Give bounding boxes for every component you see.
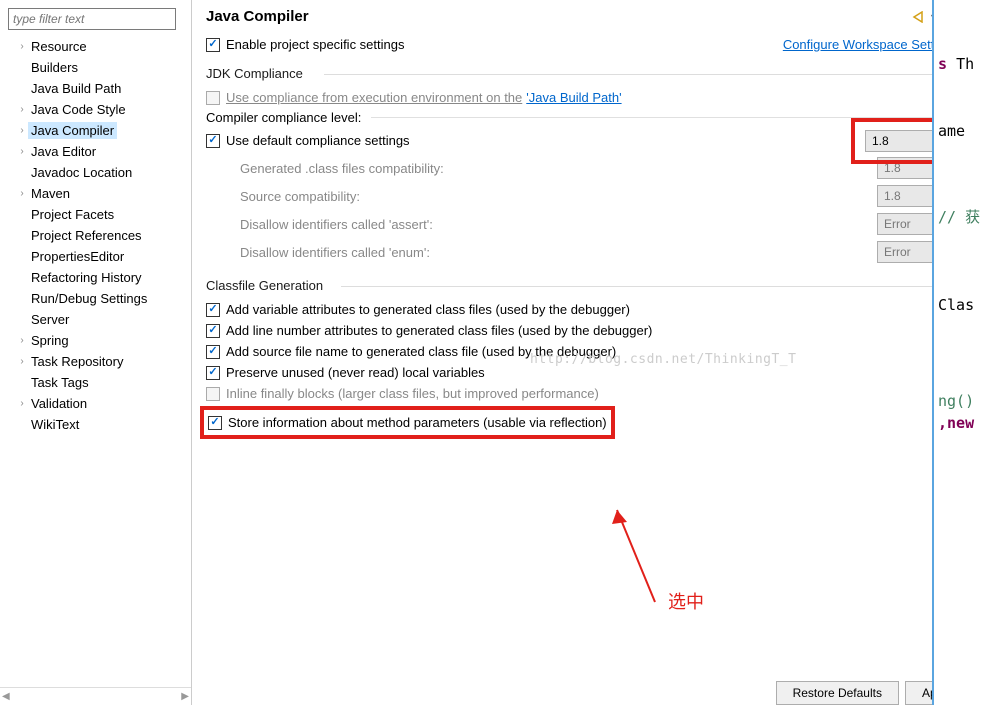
sidebar-item-label: Java Code Style bbox=[28, 101, 129, 118]
sidebar-item-label: Server bbox=[28, 311, 72, 328]
sidebar-item-project-references[interactable]: Project References bbox=[8, 225, 191, 246]
sidebar-item-maven[interactable]: ›Maven bbox=[8, 183, 191, 204]
sidebar-item-project-facets[interactable]: Project Facets bbox=[8, 204, 191, 225]
sidebar-item-run-debug-settings[interactable]: Run/Debug Settings bbox=[8, 288, 191, 309]
tree: ›ResourceBuildersJava Build Path›Java Co… bbox=[0, 34, 191, 687]
classfile-checkbox-0[interactable] bbox=[206, 303, 220, 317]
sidebar-item-label: WikiText bbox=[28, 416, 82, 433]
sidebar-item-label: Maven bbox=[28, 185, 73, 202]
enable-specific-checkbox[interactable] bbox=[206, 38, 220, 52]
use-default-checkbox[interactable] bbox=[206, 134, 220, 148]
page-title: Java Compiler bbox=[206, 8, 309, 25]
sidebar-item-label: Java Editor bbox=[28, 143, 99, 160]
use-exec-env-checkbox bbox=[206, 91, 220, 105]
chevron-right-icon[interactable]: › bbox=[16, 41, 28, 52]
sidebar-item-label: Javadoc Location bbox=[28, 164, 135, 181]
main-panel: Java Compiler ▼ ▼ Enable project specifi… bbox=[192, 0, 983, 705]
sidebar-item-task-tags[interactable]: Task Tags bbox=[8, 372, 191, 393]
classfile-checkbox-1[interactable] bbox=[206, 324, 220, 338]
use-exec-env-label: Use compliance from execution environmen… bbox=[226, 90, 522, 105]
restore-defaults-button[interactable]: Restore Defaults bbox=[776, 681, 899, 705]
sidebar-item-label: Builders bbox=[28, 59, 81, 76]
sidebar-item-builders[interactable]: Builders bbox=[8, 57, 191, 78]
sidebar-item-label: Refactoring History bbox=[28, 269, 145, 286]
dis-assert-label: Disallow identifiers called 'assert': bbox=[240, 217, 433, 232]
classfile-checkbox-2[interactable] bbox=[206, 345, 220, 359]
dis-enum-label: Disallow identifiers called 'enum': bbox=[240, 245, 430, 260]
classfile-label-4: Inline finally blocks (larger class file… bbox=[226, 386, 599, 401]
sidebar-item-java-code-style[interactable]: ›Java Code Style bbox=[8, 99, 191, 120]
classfile-group: Classfile Generation bbox=[206, 278, 969, 293]
sidebar-item-refactoring-history[interactable]: Refactoring History bbox=[8, 267, 191, 288]
classfile-label-0: Add variable attributes to generated cla… bbox=[226, 302, 630, 317]
classfile-label-5: Store information about method parameter… bbox=[228, 415, 607, 430]
watermark: http://blog.csdn.net/ThinkingT_T bbox=[530, 352, 796, 367]
sidebar-item-propertieseditor[interactable]: PropertiesEditor bbox=[8, 246, 191, 267]
chevron-right-icon[interactable]: › bbox=[16, 125, 28, 136]
sidebar-item-label: Java Compiler bbox=[28, 122, 117, 139]
chevron-right-icon[interactable]: › bbox=[16, 104, 28, 115]
chevron-right-icon[interactable]: › bbox=[16, 335, 28, 346]
classfile-checkbox-4 bbox=[206, 387, 220, 401]
sidebar-item-resource[interactable]: ›Resource bbox=[8, 36, 191, 57]
chevron-right-icon[interactable]: › bbox=[16, 398, 28, 409]
sidebar-item-validation[interactable]: ›Validation bbox=[8, 393, 191, 414]
chevron-right-icon[interactable]: › bbox=[16, 188, 28, 199]
sidebar-item-label: Task Repository bbox=[28, 353, 126, 370]
filter-input[interactable] bbox=[8, 8, 176, 30]
sidebar-item-java-build-path[interactable]: Java Build Path bbox=[8, 78, 191, 99]
sidebar: ›ResourceBuildersJava Build Path›Java Co… bbox=[0, 0, 192, 705]
sidebar-item-label: Resource bbox=[28, 38, 90, 55]
classfile-option-5: Store information about method parameter… bbox=[208, 412, 607, 433]
classfile-checkbox-5[interactable] bbox=[208, 416, 222, 430]
right-code-gutter: s Th ame // 获 Clas ng() ,new bbox=[932, 0, 982, 705]
sidebar-item-spring[interactable]: ›Spring bbox=[8, 330, 191, 351]
ccl-label: Compiler compliance level: bbox=[206, 110, 361, 125]
sidebar-item-label: Spring bbox=[28, 332, 72, 349]
java-build-path-link[interactable]: 'Java Build Path' bbox=[526, 90, 621, 105]
classfile-option-4: Inline finally blocks (larger class file… bbox=[206, 383, 969, 404]
sidebar-item-label: Java Build Path bbox=[28, 80, 124, 97]
classfile-option-1: Add line number attributes to generated … bbox=[206, 320, 969, 341]
gen-class-label: Generated .class files compatibility: bbox=[240, 161, 444, 176]
sidebar-item-label: PropertiesEditor bbox=[28, 248, 127, 265]
use-default-label: Use default compliance settings bbox=[226, 133, 410, 148]
sidebar-item-label: Run/Debug Settings bbox=[28, 290, 150, 307]
sidebar-item-label: Project Facets bbox=[28, 206, 117, 223]
classfile-checkbox-3[interactable] bbox=[206, 366, 220, 380]
sidebar-item-wikitext[interactable]: WikiText bbox=[8, 414, 191, 435]
classfile-label-3: Preserve unused (never read) local varia… bbox=[226, 365, 485, 380]
enable-specific-label: Enable project specific settings bbox=[226, 37, 404, 52]
sidebar-hscroll[interactable]: ◀▶ bbox=[0, 687, 191, 705]
back-icon[interactable] bbox=[911, 11, 925, 23]
src-compat-label: Source compatibility: bbox=[240, 189, 360, 204]
sidebar-item-task-repository[interactable]: ›Task Repository bbox=[8, 351, 191, 372]
chevron-right-icon[interactable]: › bbox=[16, 356, 28, 367]
classfile-label-1: Add line number attributes to generated … bbox=[226, 323, 652, 338]
classfile-option-0: Add variable attributes to generated cla… bbox=[206, 299, 969, 320]
sidebar-item-label: Validation bbox=[28, 395, 90, 412]
sidebar-item-java-compiler[interactable]: ›Java Compiler bbox=[8, 120, 191, 141]
highlight-store-params: Store information about method parameter… bbox=[200, 406, 615, 439]
chevron-right-icon[interactable]: › bbox=[16, 146, 28, 157]
jdk-compliance-group: JDK Compliance bbox=[206, 66, 969, 81]
sidebar-item-label: Task Tags bbox=[28, 374, 92, 391]
sidebar-item-java-editor[interactable]: ›Java Editor bbox=[8, 141, 191, 162]
sidebar-item-javadoc-location[interactable]: Javadoc Location bbox=[8, 162, 191, 183]
sidebar-item-server[interactable]: Server bbox=[8, 309, 191, 330]
sidebar-item-label: Project References bbox=[28, 227, 145, 244]
annotation-select: 选中 bbox=[668, 588, 704, 614]
